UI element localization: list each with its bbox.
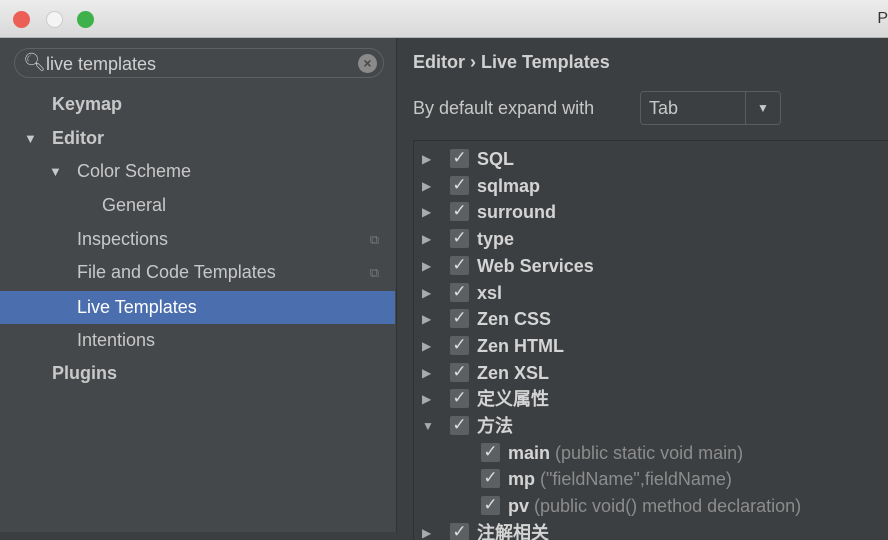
template-label: 注解相关 <box>477 522 549 540</box>
sidebar-item-plugins[interactable]: Plugins <box>0 357 395 390</box>
search-text: live templates <box>46 54 157 74</box>
checkbox[interactable]: ✓ <box>450 255 469 275</box>
template-label: Web Services <box>477 255 594 276</box>
collapsed-arrow-icon[interactable]: ▶ <box>422 253 431 279</box>
template-group[interactable]: ▶ ✓ Zen CSS <box>414 306 888 332</box>
collapsed-arrow-icon[interactable]: ▶ <box>422 386 431 412</box>
breadcrumb: Editor › Live Templates <box>413 52 610 72</box>
sidebar-item-color-scheme[interactable]: ▼ Color Scheme <box>0 155 395 188</box>
template-group[interactable]: ▶ ✓ surround <box>414 199 888 225</box>
sidebar-item-intentions[interactable]: Intentions <box>0 324 395 357</box>
checkbox[interactable]: ✓ <box>450 362 469 382</box>
checkbox[interactable]: ✓ <box>481 469 500 489</box>
sidebar-item-inspections[interactable]: Inspections ⧉ <box>0 223 395 256</box>
window-title: P <box>877 10 888 27</box>
checkbox[interactable]: ✓ <box>450 389 469 409</box>
settings-sidebar: 🔍︎ live templates × Keymap ▼ Editor ▼ Colo… <box>0 38 397 532</box>
checkbox[interactable]: ✓ <box>450 335 469 355</box>
template-label: pv <box>508 496 530 517</box>
sidebar-item-general[interactable]: General <box>0 189 395 222</box>
sidebar-item-file-and-code-templates[interactable]: File and Code Templates ⧉ <box>0 256 395 289</box>
checkbox[interactable]: ✓ <box>450 282 469 302</box>
template-label: 方法 <box>477 416 513 436</box>
template-group[interactable]: ▶ ✓ 定义属性 <box>414 386 888 412</box>
template-item[interactable]: ✓ main (public static void main) <box>414 440 888 466</box>
template-item[interactable]: ✓ mp ("fieldName",fieldName) <box>414 466 888 492</box>
checkbox[interactable]: ✓ <box>450 149 469 168</box>
sidebar-item-live-templates[interactable]: Live Templates <box>0 291 395 324</box>
template-group[interactable]: ▶ ✓ sqlmap <box>414 173 888 199</box>
template-group[interactable]: ▶ ✓ SQL <box>414 146 888 172</box>
expanded-arrow-icon[interactable]: ▼ <box>49 155 62 188</box>
template-group[interactable]: ▶ ✓ xsl <box>414 280 888 306</box>
selected-value: Tab <box>649 98 679 118</box>
template-label: main <box>508 442 551 463</box>
zoom-window-button[interactable] <box>77 11 94 28</box>
label: Keymap <box>52 94 123 114</box>
checkbox[interactable]: ✓ <box>450 309 469 329</box>
expanded-arrow-icon[interactable]: ▼ <box>422 413 434 439</box>
collapsed-arrow-icon[interactable]: ▶ <box>422 226 431 252</box>
expanded-arrow-icon[interactable]: ▼ <box>24 122 37 155</box>
close-window-button[interactable] <box>13 11 30 28</box>
template-group[interactable]: ▶ ✓ Web Services <box>414 253 888 279</box>
template-label: xsl <box>477 282 503 303</box>
settings-search-input[interactable]: 🔍︎ live templates × <box>14 48 384 78</box>
collapsed-arrow-icon[interactable]: ▶ <box>422 360 431 386</box>
checkbox[interactable]: ✓ <box>481 496 500 516</box>
sidebar-item-keymap[interactable]: Keymap <box>0 88 395 121</box>
checkbox[interactable]: ✓ <box>450 202 469 222</box>
label: File and Code Templates <box>77 262 276 282</box>
project-settings-icon: ⧉ <box>369 265 379 280</box>
collapsed-arrow-icon[interactable]: ▶ <box>422 333 431 359</box>
clear-search-icon[interactable]: × <box>358 54 377 73</box>
checkbox[interactable]: ✓ <box>450 416 469 435</box>
collapsed-arrow-icon[interactable]: ▶ <box>422 199 431 225</box>
label: Inspections <box>77 229 169 249</box>
template-label: type <box>477 229 515 250</box>
template-description: ("fieldName",fieldName) <box>540 469 732 490</box>
templates-tree[interactable]: ▶ ✓ SQL ▶ ✓ sqlmap ▶ ✓ surround ▶ ✓ type ▶ ✓ Web Servi… <box>413 140 888 540</box>
template-description: (public static void main) <box>555 442 744 463</box>
template-label: SQL <box>477 149 515 169</box>
label: Editor <box>52 128 104 148</box>
checkbox[interactable]: ✓ <box>450 522 469 540</box>
collapsed-arrow-icon[interactable]: ▶ <box>422 280 431 306</box>
label: Plugins <box>52 363 118 383</box>
minimize-window-button[interactable] <box>46 11 63 28</box>
sidebar-item-editor[interactable]: ▼ Editor <box>0 122 395 155</box>
template-label: mp <box>508 469 535 490</box>
template-label: 定义属性 <box>477 389 549 410</box>
template-group[interactable]: ▶ ✓ Zen HTML <box>414 333 888 359</box>
search-icon: 🔍︎ <box>23 52 46 72</box>
template-label: Zen XSL <box>477 362 550 383</box>
live-templates-panel: Editor › Live Templates By default expan… <box>397 38 888 540</box>
collapsed-arrow-icon[interactable]: ▶ <box>422 520 431 540</box>
template-group[interactable]: ▶ ✓ type <box>414 226 888 252</box>
template-label: Zen CSS <box>477 309 552 330</box>
chevron-down-icon[interactable]: ▼ <box>745 92 780 124</box>
template-label: sqlmap <box>477 175 541 196</box>
template-group[interactable]: ▶ ✓ 注解相关 <box>414 520 888 540</box>
template-description: (public void() method declaration) <box>534 496 802 517</box>
project-settings-icon: ⧉ <box>369 232 379 247</box>
collapsed-arrow-icon[interactable]: ▶ <box>422 146 431 172</box>
template-group[interactable]: ▶ ✓ Zen XSL <box>414 360 888 386</box>
template-label: surround <box>477 202 556 223</box>
label: General <box>102 195 167 215</box>
label: Intentions <box>77 330 156 350</box>
label: Live Templates <box>77 297 197 317</box>
template-label: Zen HTML <box>477 335 564 356</box>
template-group[interactable]: ▼ ✓ 方法 <box>414 413 888 439</box>
title-bar: P <box>0 0 888 38</box>
checkbox[interactable]: ✓ <box>450 229 469 249</box>
collapsed-arrow-icon[interactable]: ▶ <box>422 173 431 199</box>
template-item[interactable]: ✓ pv (public void() method declaration) <box>414 493 888 519</box>
checkbox[interactable]: ✓ <box>450 175 469 195</box>
collapsed-arrow-icon[interactable]: ▶ <box>422 306 431 332</box>
expand-with-label: By default expand with <box>413 98 595 118</box>
expand-with-select[interactable]: Tab ▼ <box>640 91 781 125</box>
label: Color Scheme <box>77 161 192 181</box>
checkbox[interactable]: ✓ <box>481 442 500 462</box>
